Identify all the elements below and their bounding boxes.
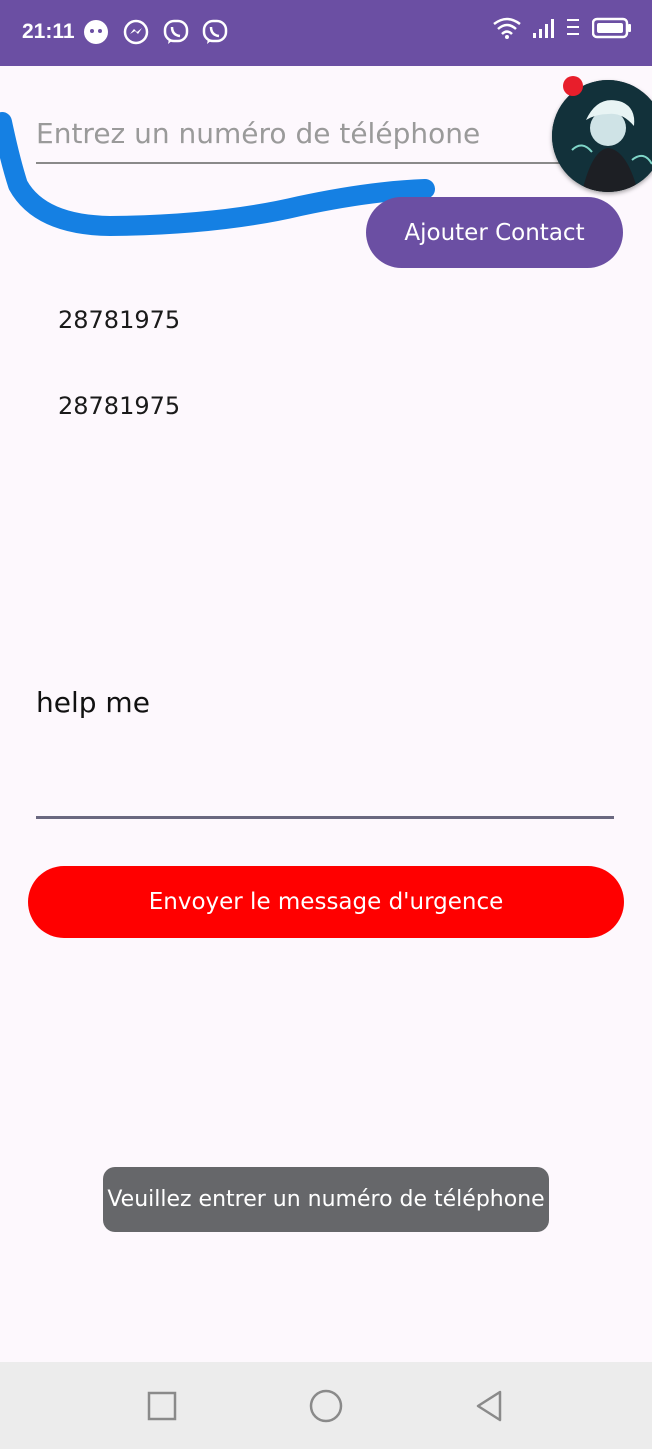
viber-icon	[162, 18, 190, 46]
phone-number-input[interactable]	[36, 108, 596, 164]
status-bar: 21:11	[0, 0, 652, 66]
recents-icon[interactable]	[142, 1386, 182, 1426]
home-icon[interactable]	[306, 1386, 346, 1426]
contact-list-item[interactable]: 28781975	[58, 306, 180, 334]
add-contact-button[interactable]: Ajouter Contact	[366, 197, 623, 268]
notification-dot	[563, 76, 583, 96]
message-input[interactable]: help me	[36, 686, 614, 819]
toast-message: Veuillez entrer un numéro de téléphone	[103, 1167, 549, 1232]
signal-icon	[532, 17, 554, 43]
back-icon[interactable]	[469, 1386, 509, 1426]
messenger-icon	[122, 18, 150, 46]
avatar[interactable]	[552, 80, 652, 192]
contact-list-item[interactable]: 28781975	[58, 392, 180, 420]
viber-icon	[201, 18, 229, 46]
navigation-bar	[0, 1362, 652, 1449]
app-icon	[82, 18, 110, 46]
wifi-icon	[492, 16, 522, 44]
send-emergency-message-button[interactable]: Envoyer le message d'urgence	[28, 866, 624, 938]
data-speed-icon	[564, 16, 582, 44]
status-time: 21:11	[22, 20, 75, 43]
battery-icon	[591, 17, 632, 43]
